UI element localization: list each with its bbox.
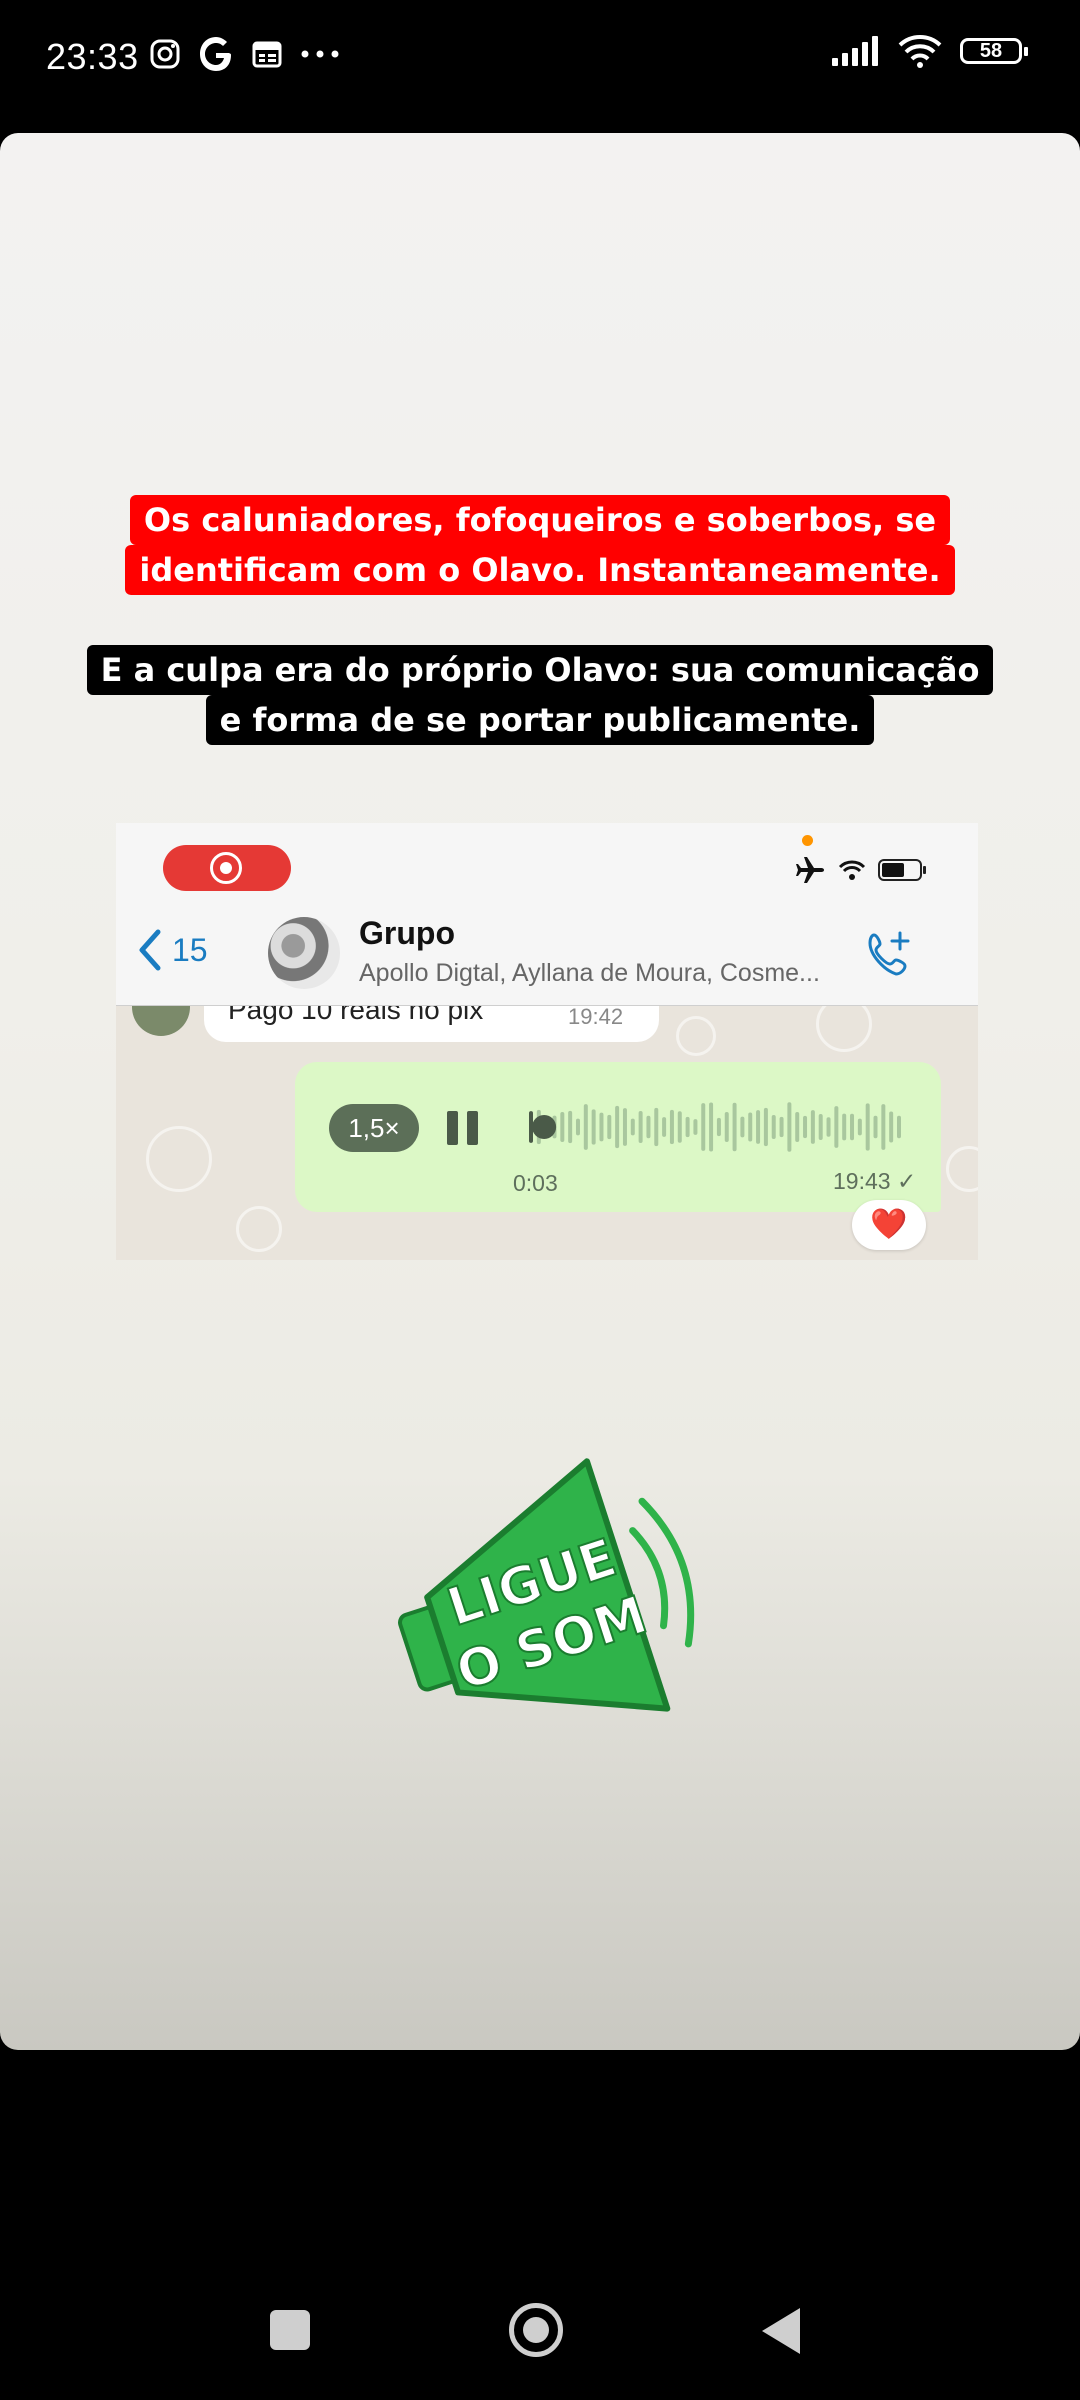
instagram-icon [150,39,180,69]
waveform-bar [575,1118,580,1136]
sent-check-icon: ✓ [896,1168,917,1194]
battery-icon: 58 [960,38,1028,64]
mic-in-use-dot [802,835,813,846]
waveform-bar [591,1109,596,1145]
ios-status-icons [794,855,926,885]
waveform-bar [834,1106,839,1148]
status-left-icons [150,36,340,72]
voice-time-text: 19:43 [833,1168,891,1194]
waveform-bar [622,1108,627,1146]
waveform-bar [677,1111,682,1143]
caption-black-line-2: e forma de se portar publicamente. [205,695,875,745]
heart-reaction[interactable]: ❤️ [852,1200,926,1250]
waveform-bar [646,1115,651,1139]
waveform-bar [724,1112,729,1142]
status-bar: 23:33 58 [0,0,1080,120]
waveform-bar [560,1112,565,1142]
waveform-bar [818,1114,823,1140]
waveform-bar [889,1111,894,1143]
caption-red-line-2: identificam com o Olavo. Instantaneament… [125,545,955,595]
waveform-bar [599,1112,604,1142]
caption-red: Os caluniadores, fofoqueiros e soberbos,… [0,495,1080,595]
screen-record-indicator [163,845,291,891]
waveform-bar [881,1104,886,1150]
waveform-bar [701,1103,706,1151]
pause-icon[interactable] [447,1111,481,1145]
status-time: 23:33 [46,36,139,77]
waveform-bar [638,1111,643,1143]
waveform-bar [897,1115,901,1139]
waveform-bar [756,1110,761,1144]
waveform-bar [685,1116,690,1138]
caption-red-line-1: Os caluniadores, fofoqueiros e soberbos,… [129,495,951,545]
more-dots-icon [301,50,339,58]
previous-message-time: 19:42 [568,1006,624,1029]
waveform-bar [779,1116,784,1138]
waveform-bar [842,1113,847,1141]
waveform-bar [693,1119,698,1135]
waveform-bar [787,1102,792,1152]
waveform-bar [803,1115,808,1139]
waveform-bar [795,1111,800,1143]
waveform-bar [748,1112,753,1142]
waveform-bar [865,1103,870,1151]
group-members: Apollo Digtal, Ayllana de Moura, Cosme..… [359,959,820,987]
waveform-bar [732,1102,737,1152]
battery-level: 58 [979,39,1003,62]
waveform-bar [669,1109,674,1145]
waveform-bar [763,1107,768,1147]
waveform-bar [607,1114,612,1140]
waveform-bar [568,1110,573,1144]
seek-handle[interactable] [532,1115,557,1139]
ios-wifi-icon [838,860,866,880]
waveform-bar [716,1117,721,1137]
waveform-bar [740,1116,745,1138]
wifi-icon [898,35,942,68]
waveform-bar [709,1102,714,1152]
chevron-left-icon [139,929,161,971]
unread-count: 15 [172,931,208,968]
status-right-icons: 58 [832,34,1028,68]
signal-icon [832,36,878,66]
ios-status-bar [116,823,978,903]
waveform-bar [771,1114,776,1140]
waveform-bar [615,1105,620,1149]
airplane-icon [796,857,824,883]
navigation-bar [0,2050,1080,2400]
waveform-bar [873,1115,878,1139]
chat-area: Pago 10 reais no pix 19:42 1,5× 0:03 19:… [116,1006,978,1260]
back-button[interactable]: 15 [138,929,208,971]
waveform-bar [850,1113,855,1141]
whatsapp-screenshot: 15 Grupo Apollo Digtal, Ayllana de Moura… [116,823,978,1260]
voice-message-bubble[interactable]: 1,5× 0:03 19:43 ✓ [295,1062,941,1212]
waveform-bar [662,1117,667,1137]
waveform-bar [583,1104,588,1150]
waveform-bar [857,1118,862,1136]
recents-button[interactable] [270,2310,310,2350]
chat-header: 15 Grupo Apollo Digtal, Ayllana de Moura… [116,903,978,1006]
group-avatar[interactable] [268,917,340,989]
sender-avatar [132,1006,190,1036]
voice-duration: 0:03 [513,1170,558,1196]
waveform-bar [630,1118,635,1136]
waveform-bar [654,1107,659,1147]
add-call-icon[interactable] [864,929,914,979]
home-button[interactable] [509,2303,563,2357]
playback-speed-button[interactable]: 1,5× [329,1104,419,1152]
audio-waveform[interactable] [525,1092,905,1162]
waveform-bar [826,1117,831,1137]
ios-battery-icon [878,859,926,881]
group-name[interactable]: Grupo [359,915,455,952]
megaphone-sticker: LIGUE O SOM [398,1458,695,1712]
caption-black-line-1: E a culpa era do próprio Olavo: sua comu… [86,645,994,695]
waveform-bar [810,1110,815,1144]
google-icon [200,37,231,71]
calendar-icon [252,41,282,68]
previous-message-text: Pago 10 reais no pix [228,1006,484,1025]
voice-time: 19:43 ✓ [833,1168,916,1195]
story-card[interactable]: Os caluniadores, fofoqueiros e soberbos,… [0,133,1080,2050]
back-nav-button[interactable] [762,2308,800,2354]
caption-black: E a culpa era do próprio Olavo: sua comu… [0,645,1080,745]
